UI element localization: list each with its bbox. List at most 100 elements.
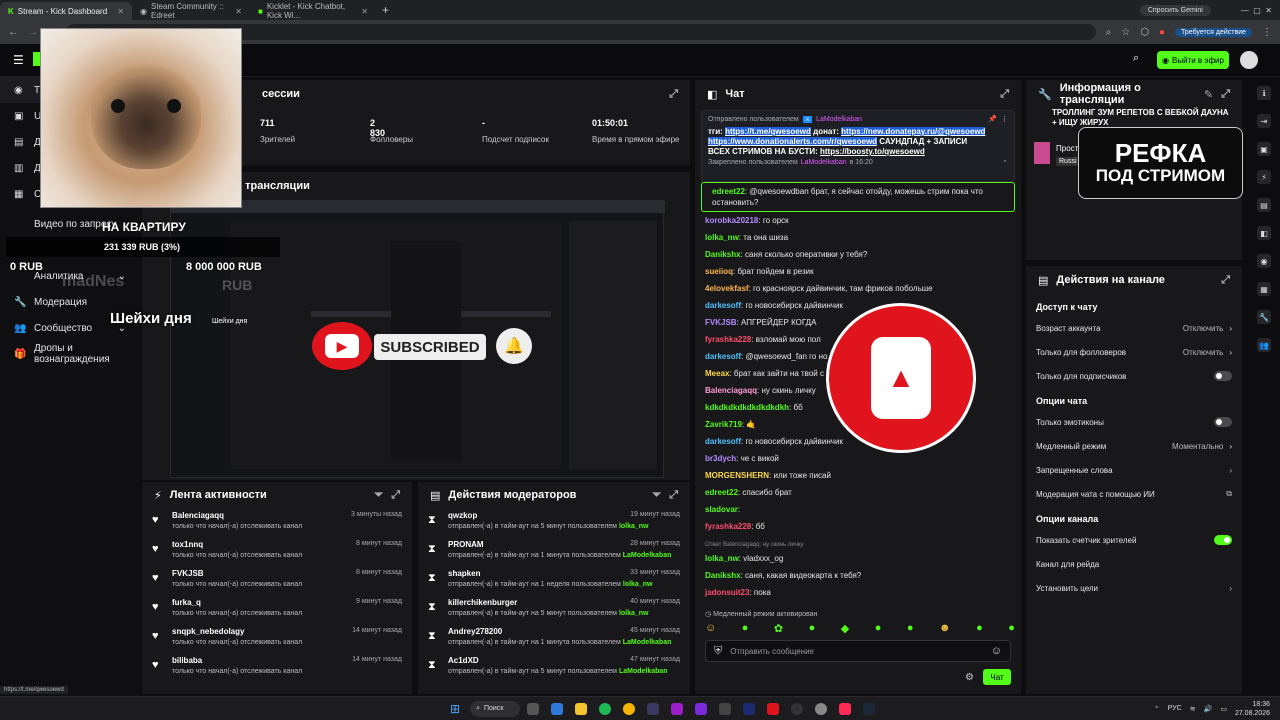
info-icon[interactable]: ℹ [1257, 86, 1271, 100]
chrome-icon[interactable] [623, 702, 636, 715]
chat-username[interactable]: Danikshx [705, 571, 741, 580]
chat-username[interactable]: Zavrik719 [705, 420, 742, 429]
steam-icon[interactable] [863, 702, 876, 715]
edge-icon[interactable] [551, 702, 564, 715]
windows-start-icon[interactable]: ⊞ [450, 702, 460, 716]
followers-only-row[interactable]: Только для фолловеров Отключить › [1026, 340, 1242, 364]
pinned-link[interactable]: https://boosty.to/qwesoewd [820, 147, 925, 156]
chat-username[interactable]: korobka20218 [705, 216, 758, 225]
tab-steam-community[interactable]: ◉ Steam Community :: Edreet ✕ [132, 2, 250, 20]
show-viewers-toggle[interactable] [1214, 535, 1232, 545]
people-icon[interactable]: 👥 [1257, 338, 1271, 352]
task-view-icon[interactable] [527, 702, 540, 715]
wrench-icon[interactable]: 🔧 [1257, 310, 1271, 324]
chat-username[interactable]: darkesoff [705, 352, 741, 361]
tab-kick-dashboard[interactable]: K Stream - Kick Dashboard ✕ [0, 2, 132, 20]
chat-username[interactable]: 4elovekfasf [705, 284, 749, 293]
account-age-row[interactable]: Возраст аккаунта Отключить › [1026, 316, 1242, 340]
emote-icon[interactable]: ● [809, 622, 816, 636]
ask-gemini-button[interactable]: Спросить Gemini [1139, 4, 1211, 16]
volume-icon[interactable]: 🔊 [1204, 705, 1213, 713]
modaction-by[interactable]: LaModelkaban [623, 552, 672, 559]
youtube-icon[interactable] [767, 702, 780, 715]
go-live-button[interactable]: ◉ Выйти в эфир [1157, 51, 1229, 69]
new-tab-button[interactable]: + [382, 3, 389, 17]
modaction-user[interactable]: PRONAM [448, 540, 484, 549]
hamburger-menu-icon[interactable]: ☰ [13, 53, 24, 67]
filter-icon[interactable]: ⏷ [374, 489, 383, 502]
activity-user[interactable]: FVKJSB [172, 569, 204, 578]
set-goals-row[interactable]: Установить цели › [1026, 576, 1242, 600]
activity-user[interactable]: bilibaba [172, 656, 202, 665]
chat-username[interactable]: lolka_nw [705, 554, 739, 563]
raid-channel-row[interactable]: Канал для рейда [1026, 552, 1242, 576]
obs-icon[interactable] [791, 702, 804, 715]
sidebar-item-drops[interactable]: 🎁 Дропы и вознаграждения [0, 341, 140, 367]
tiktok-icon[interactable] [839, 702, 852, 715]
extension-icon[interactable]: ⬡ [1140, 27, 1149, 38]
modaction-user[interactable]: shapken [448, 569, 480, 578]
app-icon[interactable] [647, 702, 660, 715]
forward-icon[interactable]: → [28, 27, 38, 38]
modaction-user[interactable]: Ac1dXD [448, 656, 479, 665]
filter-icon[interactable]: ⏷ [652, 489, 661, 502]
modaction-by[interactable]: lolka_nw [623, 581, 653, 588]
chevron-up-icon[interactable]: ⌃ [1154, 705, 1160, 713]
explorer-icon[interactable] [575, 702, 588, 715]
expand-icon[interactable]: ⤢ [1221, 274, 1230, 287]
emote-icon[interactable]: ☺ [705, 622, 716, 636]
activity-user[interactable]: tox1nnq [172, 540, 203, 549]
spotify-icon[interactable] [599, 702, 612, 715]
ai-moderation-row[interactable]: Модерация чата с помощью ИИ ⧉ [1026, 482, 1242, 506]
modaction-by[interactable]: LaModelkaban [623, 639, 672, 646]
update-required-button[interactable]: Требуется действие [1174, 27, 1252, 37]
menu-dots-icon[interactable]: ⋮ [1262, 27, 1272, 38]
close-tab-icon[interactable]: ✕ [361, 7, 368, 16]
emote-icon[interactable]: ☻ [939, 622, 951, 636]
chat-username[interactable]: sueiioq [705, 267, 733, 276]
modaction-user[interactable]: qwzkop [448, 511, 477, 520]
chat-icon[interactable]: ◧ [1257, 226, 1271, 240]
pinned-link[interactable]: https://www.donationalerts.com/r/qwesoew… [708, 137, 878, 146]
emotes-only-toggle[interactable] [1214, 417, 1232, 427]
close-tab-icon[interactable]: ✕ [235, 7, 242, 16]
expand-icon[interactable]: ⤢ [669, 88, 678, 101]
activity-user[interactable]: furka_q [172, 598, 201, 607]
bookmark-icon[interactable]: ☆ [1121, 27, 1130, 38]
list-icon[interactable]: ▤ [1257, 198, 1271, 212]
zoom-icon[interactable]: ⌕ [1106, 27, 1112, 38]
app-icon[interactable] [719, 702, 732, 715]
chat-username[interactable]: MORGENSHERN [705, 471, 769, 480]
clip-icon[interactable]: ▦ [1257, 282, 1271, 296]
chat-username[interactable]: br3dych [705, 454, 736, 463]
bolt-icon[interactable]: ⚡ [1257, 170, 1271, 184]
emote-icon[interactable]: ● [742, 622, 749, 636]
modaction-by[interactable]: lolka_nw [619, 523, 649, 530]
chat-username[interactable]: kdkdkdkdkdkdkdkdkh [705, 403, 789, 412]
expand-icon[interactable]: ⤢ [391, 489, 400, 502]
ae-icon[interactable] [671, 702, 684, 715]
twitch-icon[interactable] [695, 702, 708, 715]
emote-icon[interactable]: ● [907, 622, 914, 636]
send-chat-button[interactable]: Чат [983, 669, 1011, 685]
taskbar-search[interactable]: ⌕ Поиск [470, 700, 521, 717]
subs-only-toggle[interactable] [1214, 371, 1232, 381]
close-tab-icon[interactable]: ✕ [117, 7, 124, 16]
modaction-by[interactable]: LaModelkaban [619, 668, 668, 675]
language-indicator[interactable]: РУС [1168, 705, 1182, 712]
chat-username[interactable]: edreet22 [712, 187, 745, 196]
more-icon[interactable]: ⋮ [1001, 115, 1008, 123]
chat-username[interactable]: lolka_nw [705, 233, 739, 242]
chat-username[interactable]: darkesoff [705, 301, 741, 310]
settings-gear-icon[interactable]: ⚙ [965, 672, 974, 683]
slow-mode-row[interactable]: Медленный режим Моментально › [1026, 434, 1242, 458]
chat-username[interactable]: FVKJSB [705, 318, 737, 327]
banned-words-row[interactable]: Запрещенные слова › [1026, 458, 1242, 482]
emoji-picker-icon[interactable]: ☺ [991, 645, 1002, 657]
modaction-by[interactable]: lolka_nw [619, 610, 649, 617]
chat-username[interactable]: edreet22 [705, 488, 738, 497]
emote-icon[interactable]: ◆ [841, 622, 849, 636]
expand-icon[interactable]: ⤢ [1000, 88, 1009, 101]
chat-input[interactable]: ⛨ Отправить сообщение ☺ [705, 640, 1011, 662]
collapse-icon[interactable]: ⇥ [1257, 114, 1271, 128]
